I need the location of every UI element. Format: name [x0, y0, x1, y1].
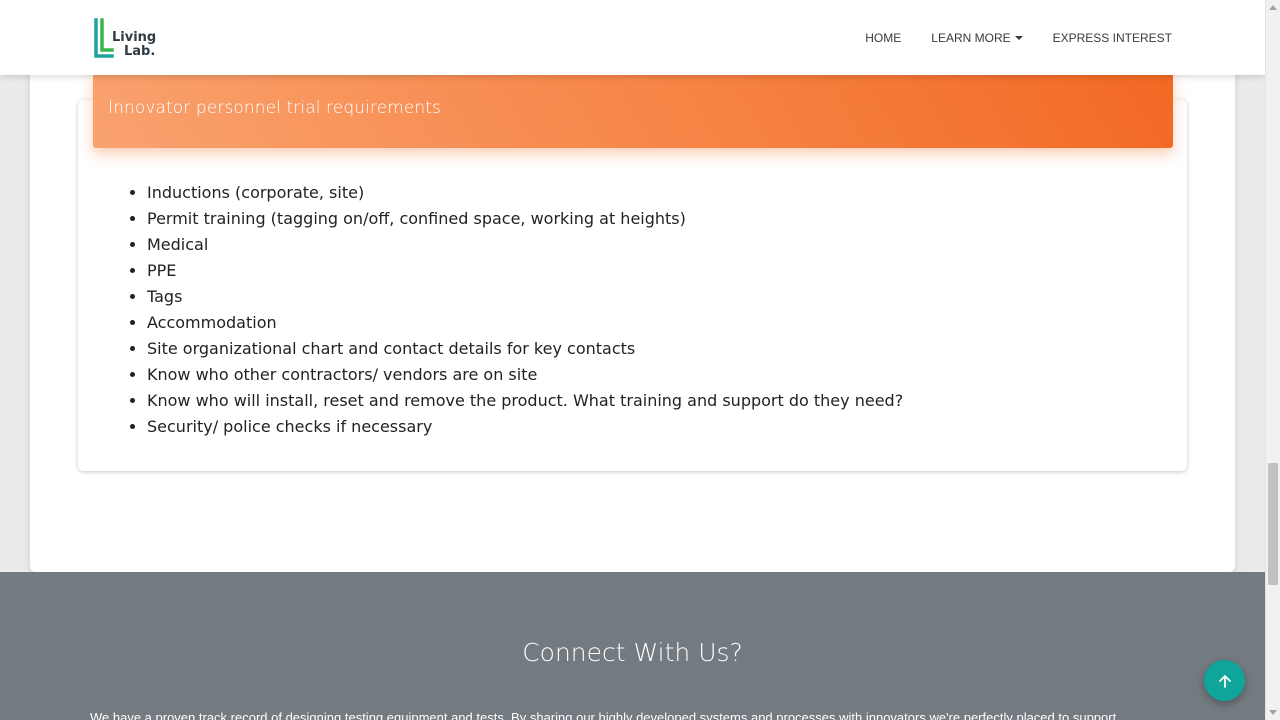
main-nav: HOME LEARN MORE EXPRESS INTEREST: [850, 30, 1172, 46]
list-item: PPE: [147, 258, 903, 284]
nav-home-label: HOME: [865, 31, 902, 45]
page-scrollbar[interactable]: [1265, 0, 1280, 720]
nav-learn-more-label: LEARN MORE: [931, 31, 1011, 45]
nav-learn-more[interactable]: LEARN MORE: [916, 30, 1037, 46]
card-title: Innovator personnel trial requirements: [108, 98, 442, 118]
requirements-list: Inductions (corporate, site) Permit trai…: [110, 180, 903, 440]
list-item: Tags: [147, 284, 903, 310]
living-lab-logo-icon: [94, 18, 114, 58]
footer-description: We have a proven track record of designi…: [90, 710, 1117, 720]
list-item: Inductions (corporate, site): [147, 180, 903, 206]
arrow-up-icon: [1218, 674, 1231, 688]
scrollbar-thumb[interactable]: [1268, 463, 1278, 585]
navbar: Living Lab. HOME LEARN MORE EXPRESS INTE…: [0, 0, 1265, 75]
scroll-up-icon[interactable]: [1269, 5, 1277, 10]
caret-down-icon: [1014, 36, 1023, 40]
scroll-down-icon[interactable]: [1269, 710, 1277, 715]
list-item: Know who will install, reset and remove …: [147, 388, 903, 414]
footer: Connect With Us? We have a proven track …: [0, 572, 1265, 720]
logo-text-line1: Living: [112, 30, 157, 45]
list-item: Site organizational chart and contact de…: [147, 336, 903, 362]
list-item: Medical: [147, 232, 903, 258]
nav-express-interest-label: EXPRESS INTEREST: [1052, 31, 1172, 45]
list-item: Security/ police checks if necessary: [147, 414, 903, 440]
list-item: Accommodation: [147, 310, 903, 336]
content-panel: Innovator personnel trial requirements I…: [30, 0, 1235, 572]
logo-link[interactable]: Living Lab.: [94, 18, 158, 60]
back-to-top-button[interactable]: [1204, 660, 1245, 701]
logo-text-line2: Lab.: [124, 44, 156, 59]
list-item: Know who other contractors/ vendors are …: [147, 362, 903, 388]
footer-title: Connect With Us?: [522, 638, 743, 667]
card-header: Innovator personnel trial requirements: [93, 70, 1173, 148]
nav-home[interactable]: HOME: [850, 30, 916, 46]
nav-express-interest[interactable]: EXPRESS INTEREST: [1038, 30, 1172, 46]
page: Innovator personnel trial requirements I…: [0, 0, 1265, 720]
list-item: Permit training (tagging on/off, confine…: [147, 206, 903, 232]
